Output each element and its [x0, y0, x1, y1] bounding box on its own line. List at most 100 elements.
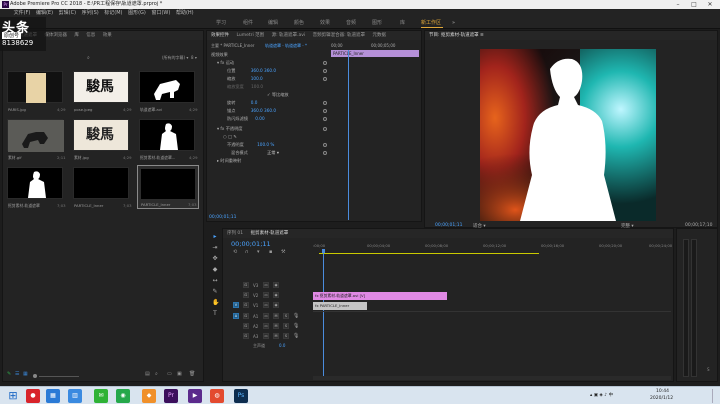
- workspace-learn[interactable]: 学习: [216, 17, 226, 29]
- linked-selection-icon[interactable]: ∩: [245, 249, 249, 255]
- sync-icon[interactable]: ▭: [263, 302, 269, 308]
- timeline-scrollbar[interactable]: [313, 376, 671, 380]
- grid-app-icon[interactable]: ▥: [68, 389, 82, 403]
- ec-row-flicker[interactable]: 防闪烁滤镜 0.00: [227, 115, 265, 122]
- work-area-bar[interactable]: [319, 253, 539, 254]
- show-desktop-button[interactable]: [712, 389, 718, 403]
- maximize-icon[interactable]: □: [688, 0, 700, 9]
- reset-icon[interactable]: [323, 69, 327, 73]
- scale-value[interactable]: 100.0: [251, 76, 263, 81]
- lock-icon[interactable]: ⊡: [243, 282, 249, 288]
- ec-row-time-remap[interactable]: ▸ 时间重映射: [217, 157, 241, 164]
- lock-icon[interactable]: ⊡: [243, 292, 249, 298]
- tab-info[interactable]: 信息: [86, 31, 95, 40]
- thumb-particle-selected[interactable]: PARTICLE_Inner 7;03: [137, 165, 199, 209]
- timeline-playhead[interactable]: [323, 253, 324, 379]
- reset-icon[interactable]: [323, 77, 327, 81]
- ec-row-opacity-value[interactable]: 不透明度 100.0 %: [227, 141, 274, 148]
- premiere-app-icon[interactable]: Pr: [164, 389, 178, 403]
- timeline-ruler[interactable]: :00;00 00;00;04;00 00;00;08;00 00;00;12;…: [313, 243, 672, 253]
- ec-row-mask-tools[interactable]: ○ □ ✎: [223, 133, 237, 140]
- uniform-scale-checkbox[interactable]: ✓ 等比缩放: [267, 92, 289, 97]
- workspace-assembly[interactable]: 组件: [243, 17, 253, 29]
- menu-window[interactable]: 窗口(W): [149, 9, 172, 17]
- wechat-app-icon[interactable]: ✉: [94, 389, 108, 403]
- position-value[interactable]: 360.0 360.0: [251, 68, 276, 73]
- chrome-app-icon[interactable]: ◍: [210, 389, 224, 403]
- tab-lumetri-scopes[interactable]: Lumetri 范围: [236, 31, 264, 40]
- clip-cutout-matte[interactable]: fx 抠剪素材-轨道遮罩.avi [V]: [313, 292, 447, 300]
- reset-icon[interactable]: [323, 109, 327, 113]
- thumb-pose[interactable]: 駿馬: [73, 71, 129, 103]
- project-filter[interactable]: (所有的字幕) ▾: [162, 55, 188, 61]
- microphone-icon[interactable]: 🎙: [293, 313, 299, 319]
- ec-row-rotation[interactable]: 旋转 0.0: [227, 99, 257, 106]
- ec-row-motion[interactable]: ▾ fx 运动: [217, 59, 234, 66]
- sync-icon[interactable]: ▭: [263, 313, 269, 319]
- tray-date[interactable]: 2020/1/12: [650, 396, 673, 401]
- master-value[interactable]: 0.0: [279, 343, 285, 348]
- solo-icon[interactable]: S: [283, 323, 289, 329]
- solo-icon[interactable]: S: [283, 313, 289, 319]
- thumb-jpg[interactable]: 駿馬: [73, 119, 129, 151]
- slip-tool-icon[interactable]: ↔: [212, 278, 218, 284]
- clip-particle[interactable]: fx PARTICLE_Inner: [313, 302, 367, 310]
- new-item-icon[interactable]: ▣: [177, 371, 182, 377]
- zoom-slider-handle[interactable]: [33, 374, 37, 378]
- microphone-icon[interactable]: 🎙: [293, 323, 299, 329]
- tray-icons[interactable]: ▴ ▣ ◈ ♪ 中: [590, 392, 613, 398]
- thumb-cutout-seq-b[interactable]: [7, 167, 63, 199]
- explorer-app-icon[interactable]: ▦: [46, 389, 60, 403]
- tab-effects[interactable]: 效果: [103, 31, 112, 40]
- find-icon[interactable]: ⌕: [155, 371, 158, 377]
- blend-mode-select[interactable]: 正常 ▾: [267, 150, 279, 155]
- solo-icon[interactable]: S: [707, 367, 710, 372]
- lock-icon[interactable]: ⊡: [243, 313, 249, 319]
- thumb-cutout-seq-a[interactable]: [139, 119, 195, 151]
- thumb-paris[interactable]: [7, 71, 63, 103]
- thumb-track-matte[interactable]: [139, 71, 195, 103]
- ec-row-position[interactable]: 位置 360.0 360.0: [227, 67, 276, 74]
- photoshop-app-icon[interactable]: Ps: [234, 389, 248, 403]
- ec-clip-bar[interactable]: PARTICLE_Inner: [331, 50, 419, 57]
- sync-icon[interactable]: ▭: [263, 323, 269, 329]
- opacity-value[interactable]: 100.0 %: [257, 142, 274, 147]
- netease-app-icon[interactable]: ●: [26, 389, 40, 403]
- tab-program[interactable]: 节目: 抠剪素材-轨道遮罩 ≡: [429, 31, 484, 40]
- reset-icon[interactable]: [323, 117, 327, 121]
- microphone-icon[interactable]: 🎙: [293, 333, 299, 339]
- menu-help[interactable]: 帮助(H): [174, 9, 196, 17]
- workspace-graphics[interactable]: 图形: [372, 17, 382, 29]
- selection-tool-icon[interactable]: ▸: [212, 234, 218, 240]
- mute-icon[interactable]: M: [273, 313, 279, 319]
- menu-file[interactable]: 文件(F): [12, 9, 33, 17]
- type-tool-icon[interactable]: T: [212, 311, 218, 317]
- menu-clip[interactable]: 剪辑(C): [57, 9, 78, 17]
- green-app-icon[interactable]: ◉: [116, 389, 130, 403]
- new-bin-icon[interactable]: ▭: [167, 371, 172, 377]
- menu-sequence[interactable]: 序列(S): [80, 9, 101, 17]
- ec-row-uniform-scale[interactable]: ✓ 等比缩放: [267, 91, 289, 98]
- reset-icon[interactable]: [323, 61, 327, 65]
- ec-source-label[interactable]: 主要 * PARTICLE_Inner: [211, 43, 254, 49]
- reset-icon[interactable]: [323, 151, 327, 155]
- ec-row-blend-mode[interactable]: 混合模式 正常 ▾: [231, 149, 279, 156]
- media-app-icon[interactable]: ▶: [188, 389, 202, 403]
- timeline-timecode[interactable]: 00;00;01;11: [231, 240, 271, 248]
- ec-sequence-label[interactable]: 轨道遮罩 - 轨道遮罩 - *: [265, 43, 307, 49]
- track-select-tool-icon[interactable]: ⇥: [212, 245, 218, 251]
- workspace-effects[interactable]: 效果: [320, 17, 330, 29]
- tab-libraries[interactable]: 库: [74, 31, 79, 40]
- workspace-editing[interactable]: 编辑: [268, 17, 278, 29]
- ec-row-anchor[interactable]: 锚点 360.0 360.0: [227, 107, 276, 114]
- solo-icon[interactable]: S: [283, 333, 289, 339]
- sync-icon[interactable]: ▭: [263, 292, 269, 298]
- close-icon[interactable]: ✕: [704, 0, 716, 9]
- tab-metadata[interactable]: 元数据: [373, 31, 387, 40]
- mask-tools-icon[interactable]: ○ □ ✎: [223, 134, 237, 139]
- workspace-color[interactable]: 颜色: [294, 17, 304, 29]
- ec-timecode[interactable]: 00;00;01;11: [209, 215, 236, 220]
- reset-icon[interactable]: [323, 127, 327, 131]
- thumb-gif[interactable]: [7, 119, 64, 152]
- thumb-particle-a[interactable]: [73, 167, 129, 199]
